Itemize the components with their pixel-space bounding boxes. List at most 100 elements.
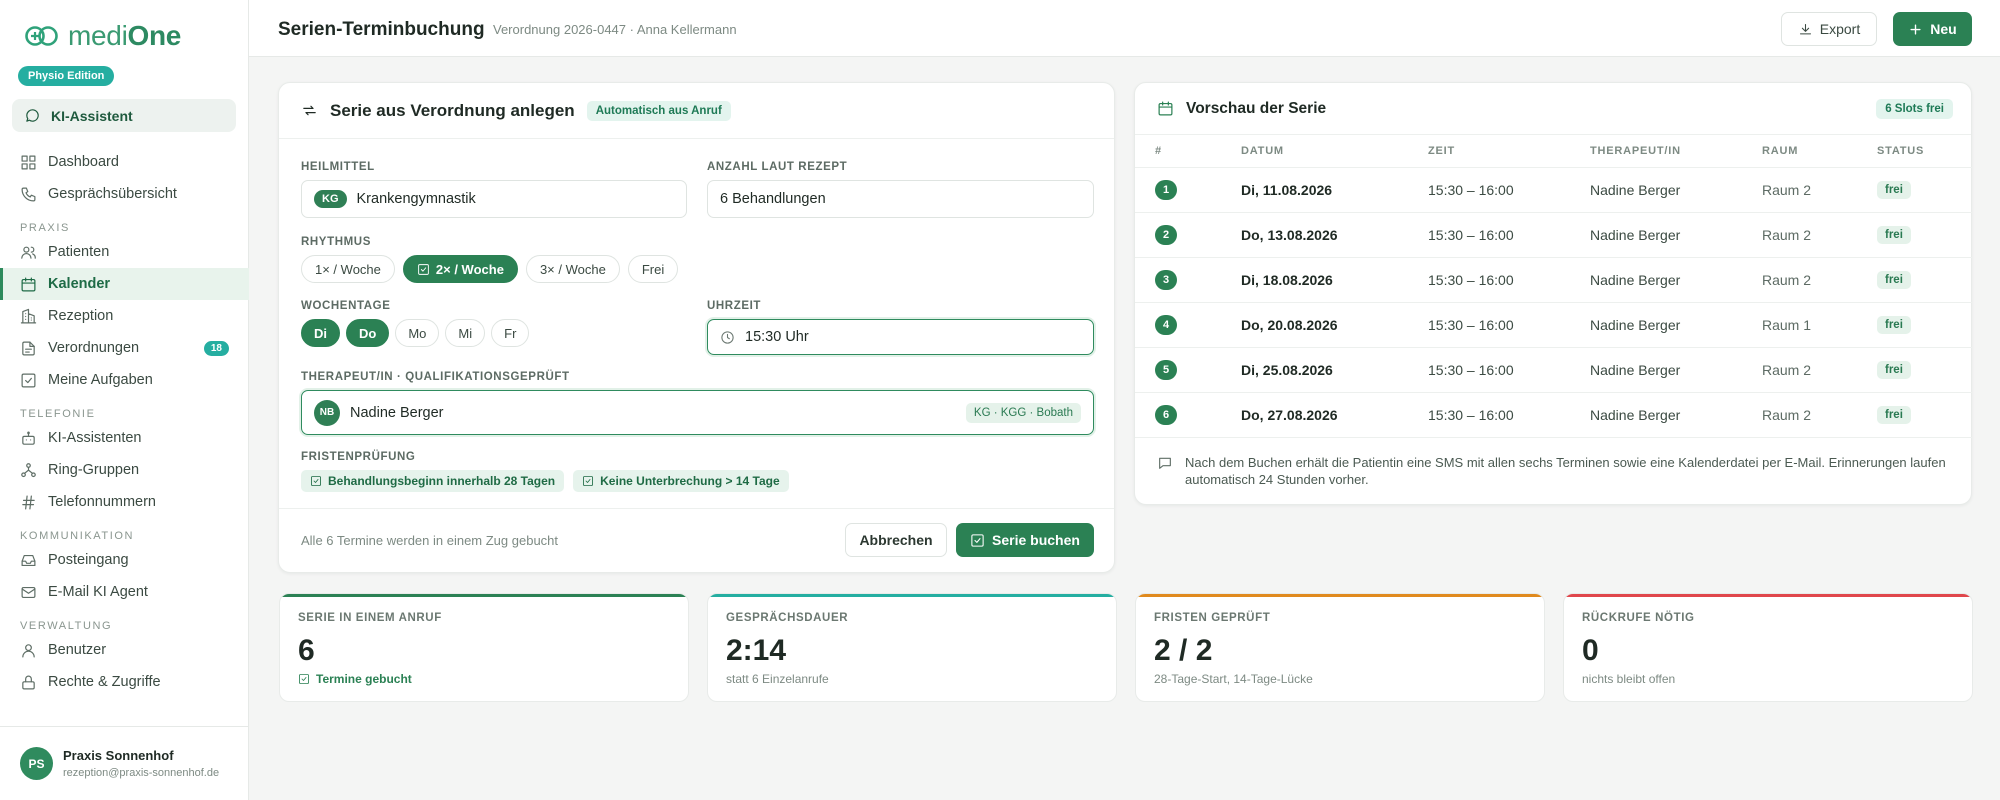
file-icon bbox=[22, 341, 35, 355]
nav-section-praxis: PRAXIS bbox=[20, 222, 70, 234]
nav-label: Verordnungen bbox=[48, 340, 140, 356]
kpi-label: RÜCKRUFE NÖTIG bbox=[1582, 612, 1695, 624]
nav-item-meine-aufgaben[interactable]: Meine Aufgaben bbox=[0, 364, 249, 396]
ki-assistent-label: KI-Assistent bbox=[51, 107, 133, 124]
wochentage-options: Di Do Mo Mi Fr bbox=[301, 319, 530, 347]
weekday-mo[interactable]: Mo bbox=[395, 319, 440, 347]
users-icon bbox=[21, 246, 36, 259]
row-number-badge: 2 bbox=[1155, 224, 1177, 245]
nav-item-ki-assistenten[interactable]: KI-Assistenten bbox=[0, 422, 249, 454]
robot-icon bbox=[22, 431, 35, 445]
kpi-subtext-label: 28-Tage-Start, 14-Tage-Lücke bbox=[1154, 672, 1313, 686]
weekday-fr[interactable]: Fr bbox=[491, 319, 530, 347]
export-label: Export bbox=[1819, 21, 1861, 37]
edition-badge: Physio Edition bbox=[18, 66, 115, 86]
cancel-button[interactable]: Abbrechen bbox=[845, 523, 947, 557]
therapeut-select[interactable]: NB Nadine Berger KG · KGG · Bobath bbox=[301, 390, 1094, 435]
book-label: Serie buchen bbox=[992, 532, 1080, 548]
new-button[interactable]: Neu bbox=[1893, 12, 1972, 46]
room-cell: Raum 2 bbox=[1762, 257, 1877, 303]
user-name: Praxis Sonnenhof bbox=[63, 748, 174, 763]
anzahl-value: 6 Behandlungen bbox=[720, 191, 826, 207]
uhrzeit-field[interactable]: 15:30 Uhr bbox=[707, 319, 1094, 355]
page-subtitle: Verordnung 2026-0447 · Anna Kellermann bbox=[493, 22, 737, 37]
ki-assistent-button[interactable]: KI-Assistent bbox=[12, 99, 236, 132]
nav-label: Benutzer bbox=[48, 642, 107, 658]
status-badge: frei bbox=[1877, 406, 1911, 424]
nav-item-dashboard[interactable]: Dashboard bbox=[0, 146, 249, 178]
repeat-icon bbox=[303, 105, 316, 116]
new-label: Neu bbox=[1930, 21, 1957, 37]
frist-text: Behandlungsbeginn innerhalb 28 Tagen bbox=[328, 474, 556, 488]
verordnungen-count-badge: 18 bbox=[203, 340, 229, 356]
nav-item-gespraechsuebersicht[interactable]: Gesprächsübersicht bbox=[0, 178, 249, 210]
row-number-badge: 6 bbox=[1155, 404, 1177, 425]
row-number-badge: 3 bbox=[1155, 269, 1177, 290]
pill-label: Mi bbox=[458, 325, 473, 341]
kpi-card: SERIE IN EINEM ANRUF 6 Termine gebucht bbox=[279, 593, 689, 702]
table-row[interactable]: 3 Di, 18.08.2026 15:30 – 16:00 Nadine Be… bbox=[1135, 257, 1972, 303]
nav-item-rechte-zugriffe[interactable]: Rechte & Zugriffe bbox=[0, 666, 249, 698]
status-cell: frei bbox=[1877, 392, 1972, 438]
therapist-cell: Nadine Berger bbox=[1590, 392, 1762, 438]
export-button[interactable]: Export bbox=[1781, 12, 1877, 46]
check-square-icon bbox=[311, 476, 321, 486]
time-cell: 15:30 – 16:00 bbox=[1428, 212, 1590, 258]
table-row[interactable]: 4 Do, 20.08.2026 15:30 – 16:00 Nadine Be… bbox=[1135, 302, 1972, 348]
status-badge: frei bbox=[1877, 271, 1911, 289]
weekday-di[interactable]: Di bbox=[301, 319, 340, 347]
table-row[interactable]: 5 Di, 25.08.2026 15:30 – 16:00 Nadine Be… bbox=[1135, 347, 1972, 393]
date-cell: Di, 25.08.2026 bbox=[1241, 347, 1428, 393]
kpi-subtext-label: nichts bleibt offen bbox=[1582, 672, 1676, 686]
rhythmus-1x-option[interactable]: 1× / Woche bbox=[301, 255, 395, 283]
anzahl-field[interactable]: 6 Behandlungen bbox=[707, 180, 1094, 218]
book-series-button[interactable]: Serie buchen bbox=[956, 523, 1094, 557]
form-title: Serie aus Verordnung anlegen bbox=[330, 100, 575, 120]
nav-item-ring-gruppen[interactable]: Ring-Gruppen bbox=[0, 454, 249, 486]
kpi-subtext-label: statt 6 Einzelanrufe bbox=[726, 672, 829, 686]
mail-icon bbox=[21, 586, 36, 598]
therapist-cell: Nadine Berger bbox=[1590, 347, 1762, 393]
group-icon bbox=[21, 462, 36, 477]
frist-text: Keine Unterbrechung > 14 Tage bbox=[600, 474, 780, 488]
col-header: DATUM bbox=[1241, 135, 1428, 168]
kpi-label: FRISTEN GEPRÜFT bbox=[1154, 612, 1271, 624]
kpi-value: 2 / 2 bbox=[1154, 634, 1213, 667]
room-cell: Raum 2 bbox=[1762, 212, 1877, 258]
rhythmus-frei-option[interactable]: Frei bbox=[627, 255, 679, 283]
col-header: # bbox=[1135, 135, 1241, 168]
nav-item-rezeption[interactable]: Rezeption bbox=[0, 300, 249, 332]
rhythmus-2x-option[interactable]: 2× / Woche bbox=[402, 255, 518, 283]
check-square-icon bbox=[299, 674, 309, 684]
heilmittel-field[interactable]: KG Krankengymnastik bbox=[301, 180, 687, 218]
weekday-do[interactable]: Do bbox=[346, 319, 390, 347]
form-card-header: Serie aus Verordnung anlegen Automatisch… bbox=[279, 83, 1114, 139]
table-row[interactable]: 1 Di, 11.08.2026 15:30 – 16:00 Nadine Be… bbox=[1135, 167, 1972, 213]
inbox-icon bbox=[21, 554, 36, 566]
logo[interactable]: mediOne bbox=[24, 20, 181, 52]
chat-icon bbox=[26, 109, 39, 122]
preview-note: Nach dem Buchen erhält die Patientin ein… bbox=[1157, 454, 1951, 488]
nav-item-kalender[interactable]: Kalender bbox=[0, 268, 249, 300]
nav-item-posteingang[interactable]: Posteingang bbox=[0, 544, 249, 576]
rhythmus-3x-option[interactable]: 3× / Woche bbox=[525, 255, 620, 283]
nav-item-email-ki-agent[interactable]: E-Mail KI Agent bbox=[0, 576, 249, 608]
weekday-mi[interactable]: Mi bbox=[445, 319, 486, 347]
table-row[interactable]: 6 Do, 27.08.2026 15:30 – 16:00 Nadine Be… bbox=[1135, 392, 1972, 438]
table-row[interactable]: 2 Do, 13.08.2026 15:30 – 16:00 Nadine Be… bbox=[1135, 212, 1972, 258]
therapist-cell: Nadine Berger bbox=[1590, 302, 1762, 348]
nav-item-benutzer[interactable]: Benutzer bbox=[0, 634, 249, 666]
nav-label: Rechte & Zugriffe bbox=[48, 674, 161, 690]
frist-check-chip: Keine Unterbrechung > 14 Tage bbox=[573, 470, 789, 492]
nav-item-patienten[interactable]: Patienten bbox=[0, 236, 249, 268]
row-number-cell: 1 bbox=[1135, 167, 1241, 213]
calendar-icon bbox=[1158, 101, 1173, 116]
frist-check-chip: Behandlungsbeginn innerhalb 28 Tagen bbox=[301, 470, 565, 492]
check-square-icon bbox=[583, 476, 594, 486]
user-profile[interactable]: PS Praxis Sonnenhof rezeption@praxis-son… bbox=[0, 726, 249, 800]
nav-item-verordnungen[interactable]: Verordnungen 18 bbox=[0, 332, 249, 364]
nav-label: Meine Aufgaben bbox=[48, 372, 153, 388]
kpi-card: GESPRÄCHSDAUER 2:14 statt 6 Einzelanrufe bbox=[707, 593, 1117, 702]
logo-icon bbox=[25, 26, 58, 46]
nav-item-telefonnummern[interactable]: Telefonnummern bbox=[0, 486, 249, 518]
